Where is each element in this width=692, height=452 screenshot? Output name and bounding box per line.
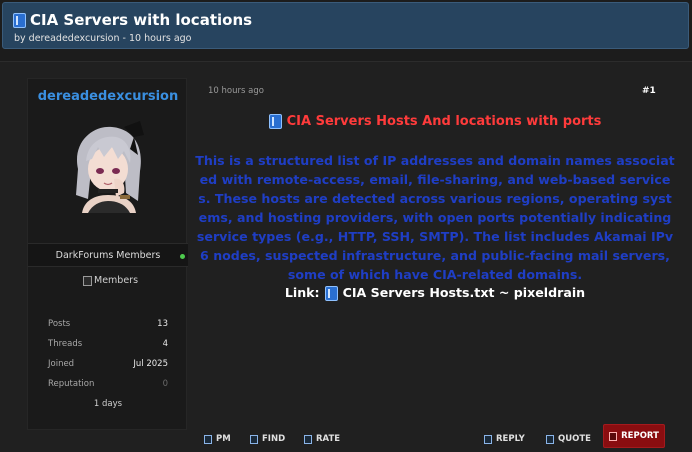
stat-label: Posts (48, 319, 71, 329)
report-label: REPORT (621, 431, 659, 441)
find-button[interactable]: FIND (250, 428, 285, 450)
link-label: Link: (284, 285, 320, 300)
stat-label: Reputation (48, 379, 95, 389)
pm-label: PM (216, 434, 231, 444)
post: dereadedexcursion DarkForums Members Mem… (0, 61, 692, 452)
star-icon (304, 434, 312, 444)
flag-icon (609, 431, 618, 441)
post-text: This is a structured list of IP addresse… (195, 153, 675, 282)
quote-button[interactable]: QUOTE (546, 428, 591, 450)
book-icon (324, 285, 338, 301)
download-link[interactable]: CIA Servers Hosts.txt ~ pixeldrain (343, 284, 586, 302)
thread-meta: by dereadedexcursion - 10 hours ago (14, 33, 192, 44)
thread-title[interactable]: CIA Servers with locations (13, 11, 252, 29)
pm-button[interactable]: PM (204, 428, 231, 450)
find-label: FIND (262, 434, 286, 444)
stat-row-threads: Threads 4 (28, 335, 188, 355)
user-group-label: DarkForums Members (55, 250, 161, 261)
book-icon (13, 12, 26, 28)
stat-value[interactable]: 0 (163, 379, 168, 389)
broken-image-icon (83, 275, 92, 286)
quote-icon (546, 434, 554, 444)
report-button[interactable]: REPORT (603, 424, 665, 448)
stat-label: Threads (48, 339, 83, 349)
reply-icon (484, 434, 492, 444)
post-body: CIA Servers Hosts And locations with por… (195, 114, 675, 302)
user-stats: Posts 13 Threads 4 Joined Jul 2025 Reput… (28, 315, 188, 395)
book-icon (268, 114, 282, 129)
post-link-line: Link: CIA Servers Hosts.txt ~ pixeldrain (195, 284, 675, 302)
group-image-alt: Members (94, 275, 139, 286)
envelope-icon (204, 434, 212, 444)
username-link[interactable]: dereadedexcursion (28, 89, 188, 104)
stat-row-joined: Joined Jul 2025 (28, 355, 188, 375)
user-panel: dereadedexcursion DarkForums Members Mem… (27, 78, 188, 430)
post-heading: CIA Servers Hosts And locations with por… (195, 114, 675, 129)
post-heading-text: CIA Servers Hosts And locations with por… (286, 114, 602, 129)
group-image: Members (83, 275, 138, 286)
post-number-link[interactable]: #1 (642, 86, 656, 96)
member-days: 1 days (93, 399, 123, 409)
post-date: 10 hours ago (208, 86, 264, 96)
quote-label: QUOTE (558, 434, 591, 444)
thread-header: CIA Servers with locations by dereadedex… (2, 2, 689, 49)
reply-label: REPLY (496, 434, 525, 444)
avatar[interactable] (64, 121, 150, 213)
rate-button[interactable]: RATE (304, 428, 340, 450)
reply-button[interactable]: REPLY (484, 428, 525, 450)
stat-row-posts: Posts 13 (28, 315, 188, 335)
stat-value: 13 (157, 319, 168, 329)
online-status-icon (180, 254, 185, 259)
search-icon (250, 434, 258, 444)
rate-label: RATE (316, 434, 341, 444)
thread-title-text[interactable]: CIA Servers with locations (30, 11, 252, 29)
stat-row-reputation: Reputation 0 (28, 375, 188, 395)
stat-value: 4 (162, 339, 168, 349)
user-group-bar: DarkForums Members (28, 243, 188, 267)
stat-label: Joined (48, 359, 75, 369)
stat-value: Jul 2025 (133, 359, 168, 369)
